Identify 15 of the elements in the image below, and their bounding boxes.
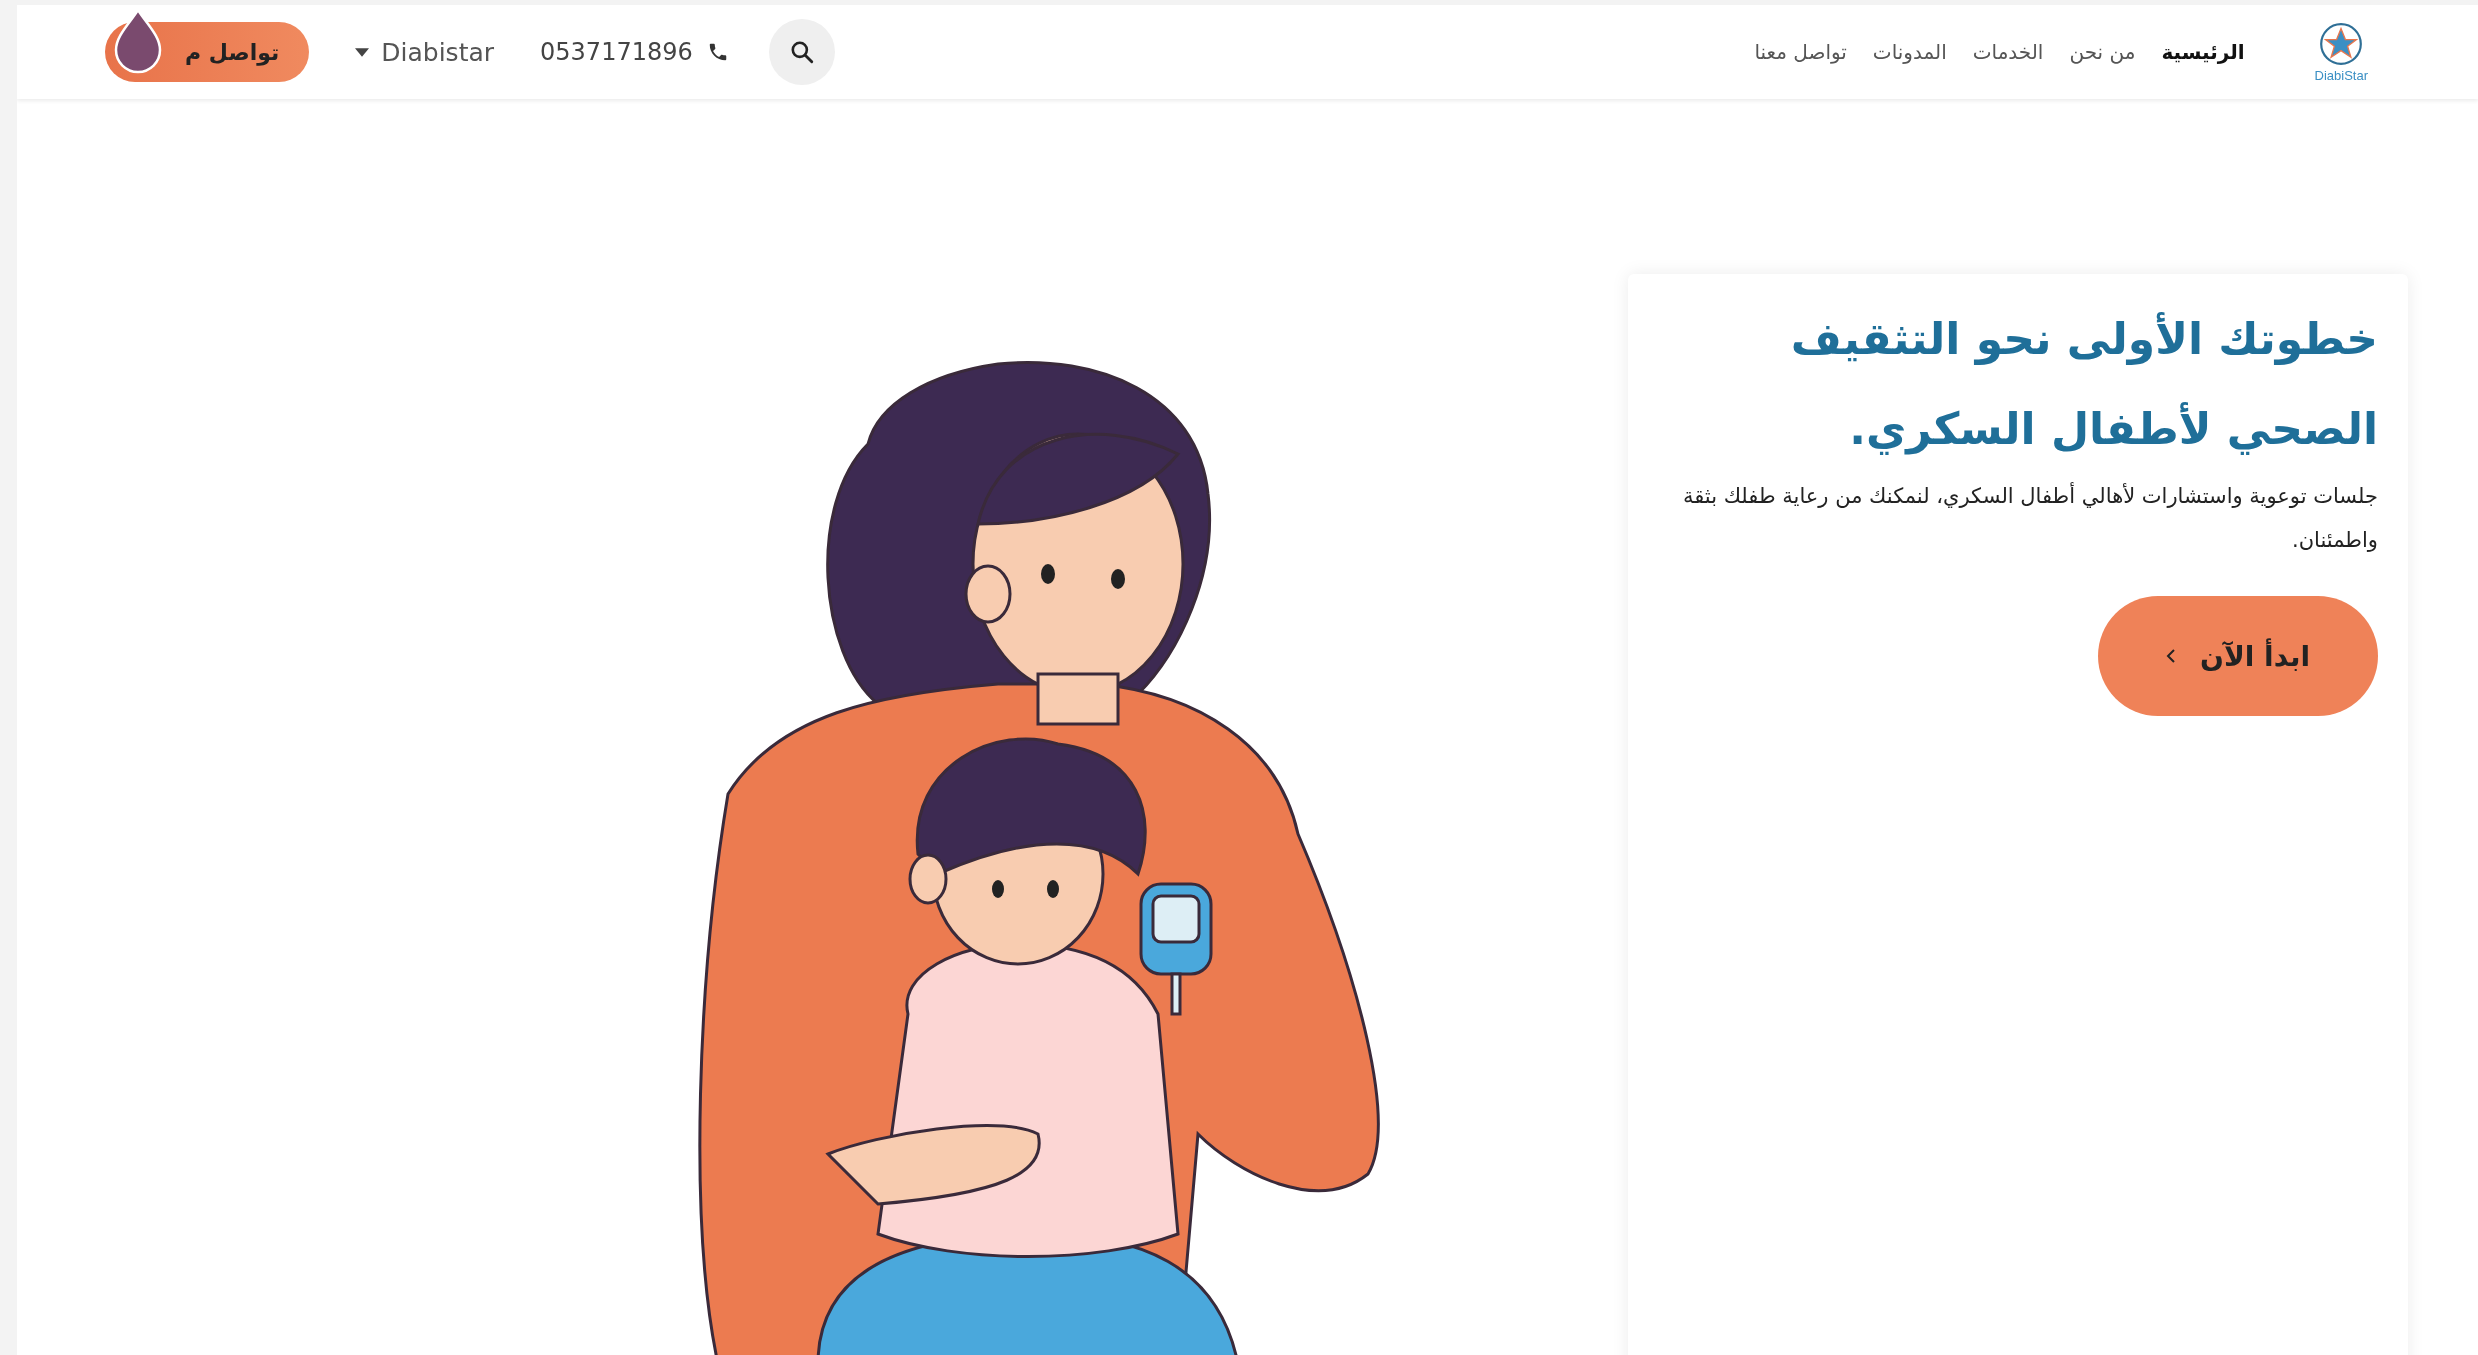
nav-link[interactable]: من نحن xyxy=(2069,40,2136,64)
logo-text: DiabiStar xyxy=(2314,67,2368,83)
site-dropdown[interactable]: Diabistar xyxy=(349,36,501,68)
star-logo-icon xyxy=(2319,21,2364,66)
chevron-icon xyxy=(2166,648,2176,664)
nav-link[interactable]: الرئيسية xyxy=(2161,40,2245,64)
start-now-button[interactable]: ابدأ الآن xyxy=(2098,596,2378,716)
logo[interactable]: DiabiStar xyxy=(2314,21,2368,83)
nav-link[interactable]: تواصل معنا xyxy=(1754,40,1847,64)
hero-description: جلسات توعوية واستشارات لأهالي أطفال السكري، لنمكنك من رعاية طفلك بثقة واطمئنان. xyxy=(1681,481,2378,554)
hero-title: خطوتك الأولى نحو التثقيف الصحي لأطفال السكري. xyxy=(1789,311,2378,457)
caret-icon xyxy=(355,47,370,57)
nav-link[interactable]: المدونات xyxy=(1872,40,1947,64)
phone-number[interactable]: 0537171896 xyxy=(540,38,693,66)
nav-link[interactable]: الخدمات xyxy=(1972,40,2044,64)
